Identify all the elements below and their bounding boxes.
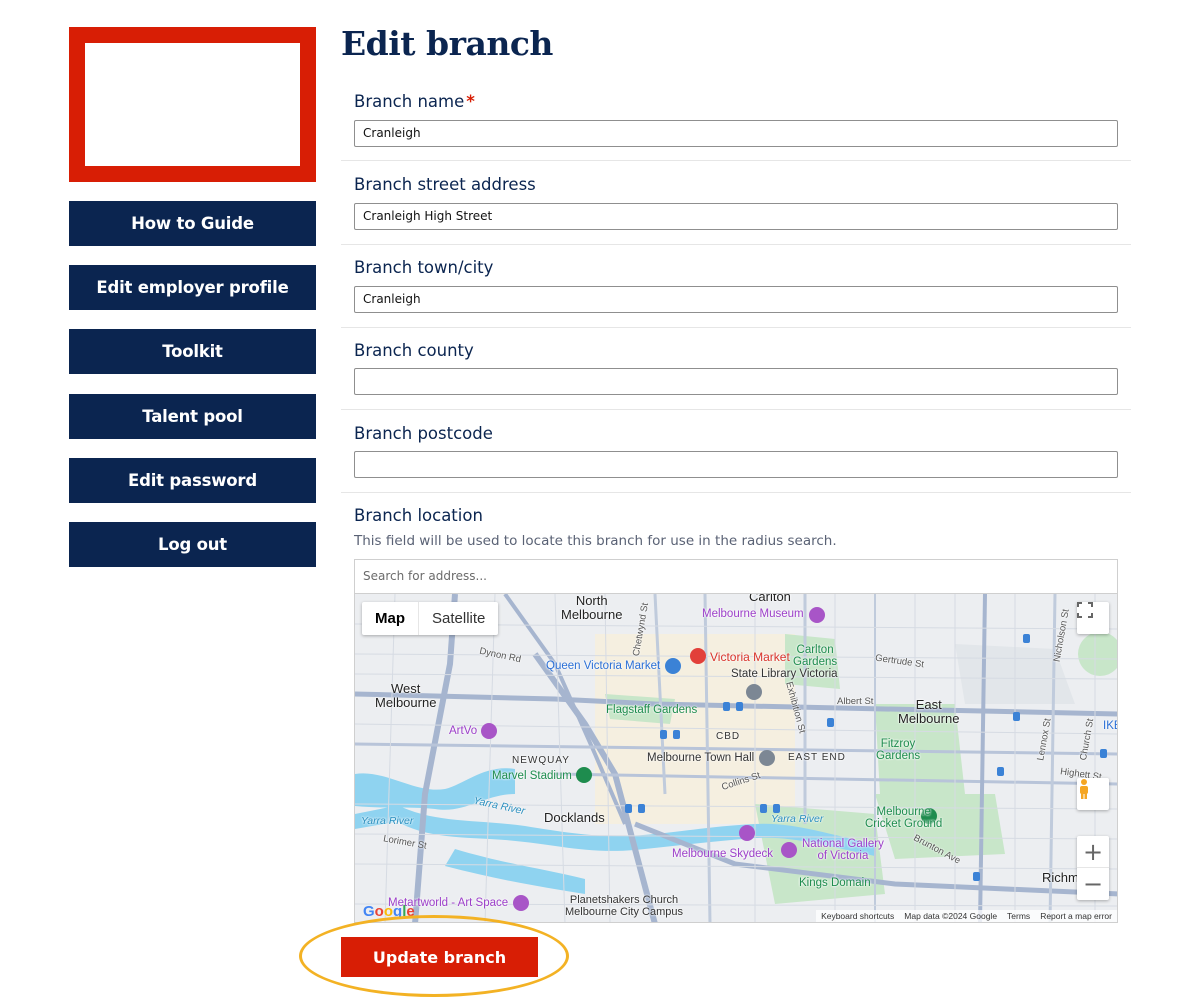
map-label-east-melbourne: East Melbourne [898,697,960,726]
branch-town-input[interactable]: Cranleigh [354,286,1118,313]
map-label-town-hall: Melbourne Town Hall [647,752,755,764]
map-label-cbd: CBD [716,731,741,742]
map-label-mcg: Melbourne Cricket Ground [865,806,943,830]
map-label-docklands: Docklands [544,810,605,825]
branch-postcode-input[interactable] [354,451,1118,478]
map-label-carlton-gardens: Carlton Gardens [793,644,838,668]
toolkit-button[interactable]: Toolkit [69,329,316,374]
branch-street-input[interactable]: Cranleigh High Street [354,203,1118,230]
map-label-east-end: EAST END [788,752,846,763]
keyboard-shortcuts-link[interactable]: Keyboard shortcuts [821,910,894,922]
map-label-albert-st: Albert St [837,696,874,707]
map-label-state-library: State Library Victoria [731,668,838,680]
log-out-button[interactable]: Log out [69,522,316,567]
divider [341,327,1131,328]
zoom-in-button[interactable]: + [1077,836,1109,868]
map-label-fitzroy-gardens: Fitzroy Gardens [876,738,921,762]
map-label-skydeck: Melbourne Skydeck [672,848,773,860]
divider [341,492,1131,493]
logo-placeholder [69,27,316,182]
map-label-yarra-river-east: Yarra River [771,813,824,825]
edit-employer-profile-button[interactable]: Edit employer profile [69,265,316,310]
terms-link[interactable]: Terms [1007,910,1030,922]
required-mark: * [466,92,475,111]
branch-name-label-text: Branch name [354,92,465,111]
map-label-ngv: National Gallery of Victoria [802,838,884,862]
map-label-ike: IKE [1103,720,1117,732]
map-label-flagstaff-gardens: Flagstaff Gardens [606,704,698,716]
branch-county-input[interactable] [354,368,1118,395]
how-to-guide-button[interactable]: How to Guide [69,201,316,246]
branch-location-label: Branch location [354,506,483,525]
map-label-newquay: NEWQUAY [512,755,570,766]
branch-county-label: Branch county [354,341,474,360]
location-map[interactable]: Carlton North Melbourne Melbourne Museum… [354,593,1118,923]
map-label-queen-victoria-market: Queen Victoria Market [546,660,661,672]
divider [341,244,1131,245]
edit-password-button[interactable]: Edit password [69,458,316,503]
branch-name-input[interactable]: Cranleigh [354,120,1118,147]
divider [341,409,1131,410]
divider [341,160,1131,161]
map-label-marvel-stadium: Marvel Stadium [492,770,572,782]
map-label-melbourne-museum: Melbourne Museum [702,608,804,620]
map-label-carlton: Carlton [749,593,791,604]
fullscreen-icon[interactable] [1077,602,1109,634]
zoom-control: + − [1077,836,1109,900]
branch-postcode-label: Branch postcode [354,424,493,443]
map-label-planetshakers: Planetshakers Church Melbourne City Camp… [565,894,683,918]
map-data-text: Map data ©2024 Google [904,911,998,921]
map-label-richmond: Richm [1042,870,1079,885]
highlight-ellipse [299,915,569,997]
page-title: Edit branch [341,24,553,63]
address-search-input[interactable]: Search for address... [354,559,1118,593]
pegman-icon[interactable] [1077,778,1109,810]
map-attribution: Keyboard shortcuts Map data ©2024 Google… [816,910,1117,922]
map-label-victoria-market: Victoria Market [710,650,790,664]
branch-location-help: This field will be used to locate this b… [354,533,837,549]
map-label-west-melbourne: West Melbourne [375,681,437,710]
map-label-north-melbourne: North Melbourne [561,593,623,622]
map-label-yarra-river-west: Yarra River [361,815,414,827]
report-map-error-link[interactable]: Report a map error [1040,910,1112,922]
map-label-kings-domain: Kings Domain [799,877,871,889]
map-label-artvo: ArtVo [449,725,478,737]
map-type-control: Map Satellite [362,602,499,635]
zoom-out-button[interactable]: − [1077,868,1109,900]
branch-town-label: Branch town/city [354,258,494,277]
branch-street-label: Branch street address [354,175,536,194]
talent-pool-button[interactable]: Talent pool [69,394,316,439]
map-type-satellite-button[interactable]: Satellite [419,602,498,635]
map-type-map-button[interactable]: Map [362,602,419,635]
branch-name-label: Branch name * [354,92,475,111]
